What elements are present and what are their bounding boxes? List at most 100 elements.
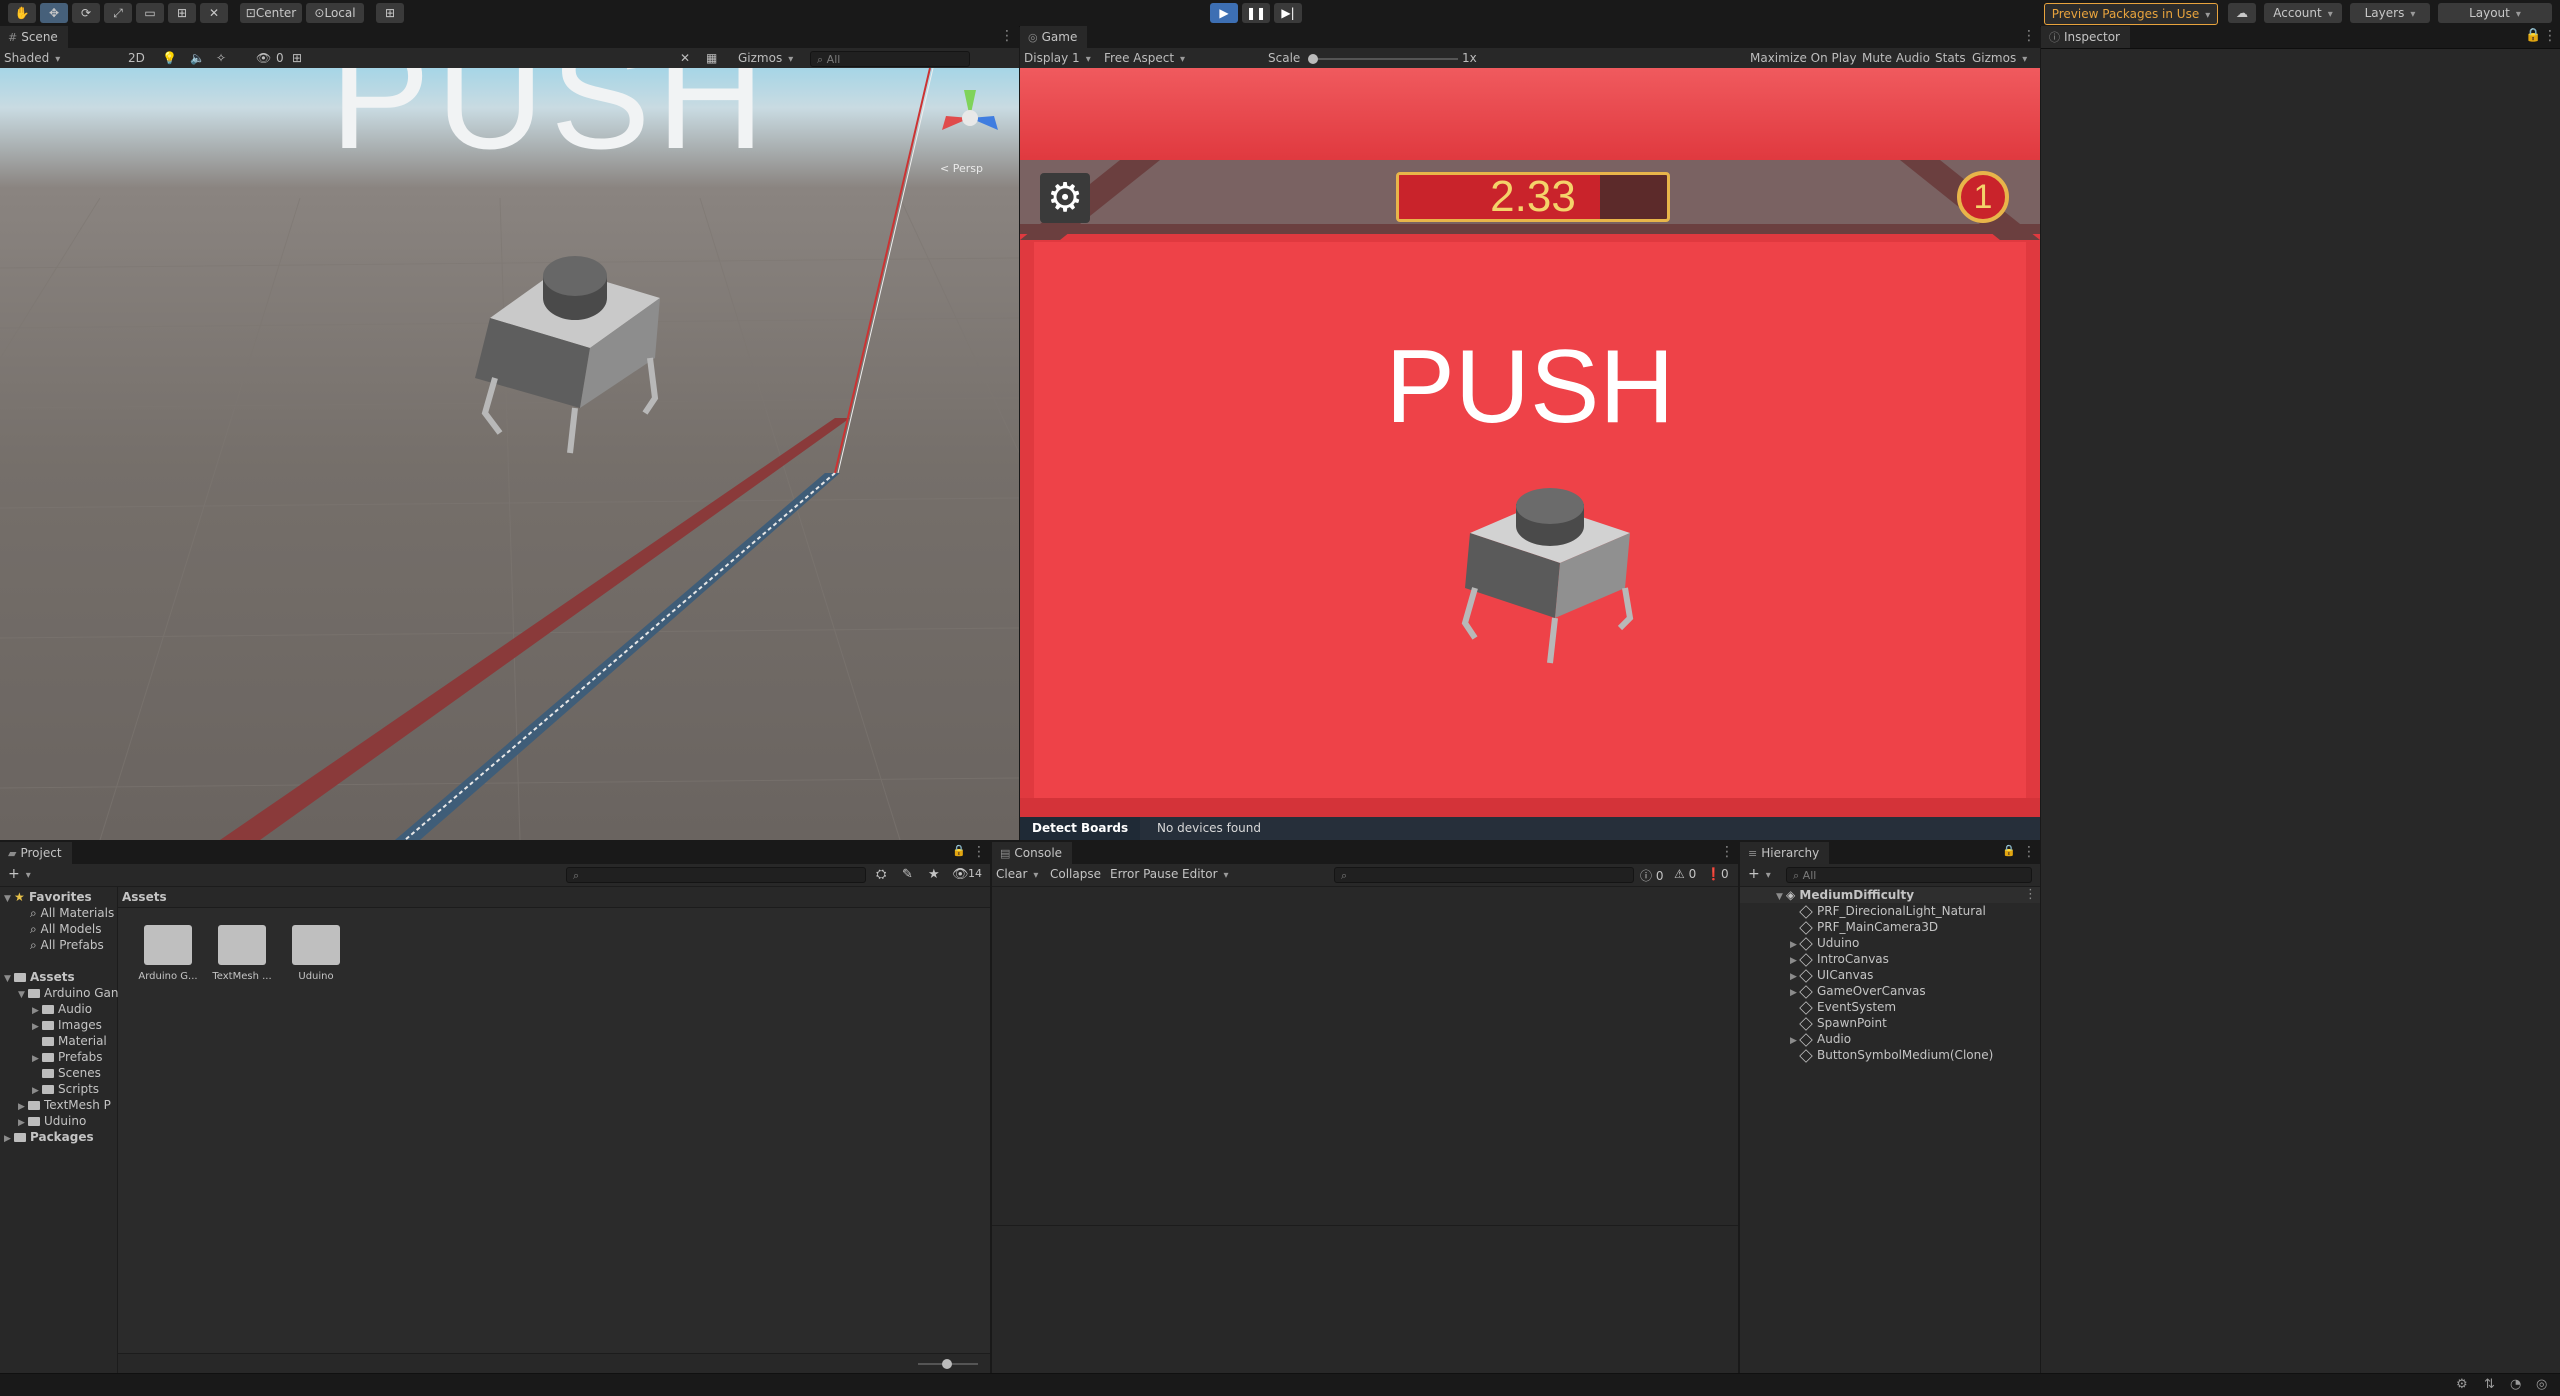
grid-snap-icon[interactable]: ⊞ — [376, 3, 404, 23]
project-add-button[interactable]: + — [8, 866, 31, 882]
scene-viewport[interactable]: PUSH < Persp — [0, 68, 1019, 840]
folder-asset[interactable]: Uduino — [286, 925, 346, 982]
play-button[interactable]: ▶ — [1210, 3, 1238, 23]
filter-type-icon[interactable]: ⛭ — [876, 867, 886, 882]
favorite-item[interactable]: ⌕ All Models — [30, 921, 102, 937]
preview-packages-button[interactable]: Preview Packages in Use — [2044, 3, 2218, 25]
network-icon[interactable]: ⇅ — [2484, 1377, 2495, 1392]
error-count-toggle[interactable]: ❗0 — [1706, 867, 1729, 881]
tree-item-scenes[interactable]: Scenes — [32, 1065, 101, 1081]
warning-count-toggle[interactable]: ⚠ 0 — [1674, 867, 1696, 881]
transform-tool-icon[interactable]: ⊞ — [168, 3, 196, 23]
hierarchy-item[interactable]: PRF_DirecionalLight_Natural — [1790, 903, 1986, 919]
settings-gear-icon[interactable]: ⚙ — [1040, 173, 1090, 223]
scene-root[interactable]: ▼ ◈ MediumDifficulty — [1776, 887, 1914, 903]
info-count-toggle[interactable]: ⓘ 0 — [1640, 867, 1663, 884]
tree-item-arduino[interactable]: ▼ Arduino Gan — [18, 985, 119, 1001]
icon-size-slider-thumb[interactable] — [942, 1359, 952, 1369]
scene-gizmos-dropdown[interactable]: Gizmos — [738, 51, 793, 65]
folder-asset[interactable]: TextMesh ... — [212, 925, 272, 982]
tab-scene[interactable]: # Scene — [0, 26, 68, 48]
hierarchy-item[interactable]: ButtonSymbolMedium(Clone) — [1790, 1047, 1993, 1063]
favorite-star-icon[interactable]: ★ — [928, 867, 940, 882]
pause-button[interactable]: ❚❚ — [1242, 3, 1270, 23]
project-search-input[interactable]: ⌕ — [566, 867, 866, 883]
clear-dropdown[interactable]: Clear — [996, 867, 1038, 881]
console-split[interactable] — [992, 1225, 1738, 1226]
game-viewport[interactable]: ⚙ 2.33 1 PUSH — [1020, 68, 2040, 817]
tree-item-uduino[interactable]: ▶ Uduino — [18, 1113, 86, 1129]
aspect-dropdown[interactable]: Free Aspect — [1104, 51, 1274, 65]
game-button-model[interactable] — [1430, 478, 1650, 698]
scene-menu-icon[interactable]: ⋮ — [2024, 887, 2037, 902]
hierarchy-item[interactable]: ▶ Audio — [1790, 1031, 1851, 1047]
project-menu-icon[interactable]: ⋮ — [972, 844, 986, 860]
tree-item-audio[interactable]: ▶ Audio — [32, 1001, 92, 1017]
collab-icon[interactable]: ◎ — [2536, 1377, 2547, 1392]
assets-node[interactable]: ▼ Assets — [4, 969, 75, 985]
collapse-toggle[interactable]: Collapse — [1050, 867, 1101, 881]
persp-label[interactable]: < Persp — [940, 162, 983, 175]
tree-item-prefabs[interactable]: ▶ Prefabs — [32, 1049, 103, 1065]
display-dropdown[interactable]: Display 1 — [1024, 51, 1091, 65]
shading-dropdown[interactable]: Shaded — [4, 51, 114, 65]
breadcrumb[interactable]: Assets — [122, 890, 167, 904]
inspector-menu-icon[interactable]: ⋮ — [2543, 28, 2557, 44]
tab-detect-boards[interactable]: Detect Boards — [1020, 817, 1141, 840]
progress-icon[interactable]: ◔ — [2510, 1377, 2521, 1392]
hierarchy-item[interactable]: PRF_MainCamera3D — [1790, 919, 1938, 935]
filter-label-icon[interactable]: ✎ — [902, 867, 913, 882]
tab-inspector[interactable]: ⓘ Inspector — [2041, 26, 2130, 48]
hierarchy-item[interactable]: EventSystem — [1790, 999, 1896, 1015]
folder-asset[interactable]: Arduino G... — [138, 925, 198, 982]
tree-item-material[interactable]: Material — [32, 1033, 107, 1049]
pivot-center-button[interactable]: ⊡Center — [240, 3, 302, 23]
account-dropdown[interactable]: Account — [2264, 3, 2342, 23]
hierarchy-search-input[interactable]: ⌕ All — [1786, 867, 2032, 883]
console-menu-icon[interactable]: ⋮ — [1720, 844, 1734, 860]
project-hidden-icon[interactable]: 👁 — [952, 867, 969, 882]
audio-icon[interactable]: 🔈 — [190, 51, 205, 65]
hierarchy-lock-icon[interactable]: 🔒 — [2002, 844, 2016, 857]
favorite-item[interactable]: ⌕ All Materials — [30, 905, 114, 921]
scene-menu-icon[interactable]: ⋮ — [1000, 28, 1014, 44]
tree-item-images[interactable]: ▶ Images — [32, 1017, 102, 1033]
cloud-icon[interactable]: ☁ — [2228, 3, 2256, 23]
project-lock-icon[interactable]: 🔒 — [952, 844, 966, 857]
tools-icon[interactable]: ✕ — [680, 51, 690, 65]
icon-size-slider[interactable] — [918, 1359, 978, 1369]
hierarchy-item[interactable]: SpawnPoint — [1790, 1015, 1887, 1031]
scene-search-input[interactable]: ⌕ All — [810, 51, 970, 67]
hierarchy-item[interactable]: ▶ Uduino — [1790, 935, 1859, 951]
maximize-on-play-toggle[interactable]: Maximize On Play — [1750, 51, 1857, 65]
scale-slider-thumb[interactable] — [1308, 54, 1318, 64]
favorites-node[interactable]: ▼ ★ Favorites — [4, 889, 92, 905]
hierarchy-item[interactable]: ▶ GameOverCanvas — [1790, 983, 1926, 999]
mute-audio-toggle[interactable]: Mute Audio — [1862, 51, 1930, 65]
game-menu-icon[interactable]: ⋮ — [2022, 28, 2036, 44]
orientation-gizmo[interactable] — [930, 78, 1010, 158]
scale-slider[interactable] — [1308, 54, 1458, 64]
toggle-2d-button[interactable]: 2D — [128, 51, 145, 65]
tab-project[interactable]: ▰ Project — [0, 842, 72, 864]
stats-toggle[interactable]: Stats — [1935, 51, 1966, 65]
visibility-icon[interactable]: 👁 — [256, 51, 271, 65]
hierarchy-menu-icon[interactable]: ⋮ — [2022, 844, 2036, 860]
hierarchy-add-button[interactable]: + — [1748, 866, 1771, 882]
lock-icon[interactable]: 🔒 — [2525, 28, 2541, 43]
console-search-input[interactable]: ⌕ — [1334, 867, 1634, 883]
hierarchy-item[interactable]: ▶ UICanvas — [1790, 967, 1873, 983]
scale-tool-icon[interactable]: ⤢ — [104, 3, 132, 23]
pivot-space-button[interactable]: ⊙Local — [306, 3, 364, 23]
tab-console[interactable]: ▤ Console — [992, 842, 1073, 864]
packages-node[interactable]: ▶ Packages — [4, 1129, 94, 1145]
lighting-icon[interactable]: 💡 — [162, 51, 177, 65]
layers-dropdown[interactable]: Layers — [2350, 3, 2430, 23]
tree-item-textmesh[interactable]: ▶ TextMesh P — [18, 1097, 111, 1113]
tree-item-scripts[interactable]: ▶ Scripts — [32, 1081, 99, 1097]
custom-tool-icon[interactable]: ✕ — [200, 3, 228, 23]
layout-dropdown[interactable]: Layout — [2438, 3, 2552, 23]
hierarchy-item[interactable]: ▶ IntroCanvas — [1790, 951, 1889, 967]
debug-icon[interactable]: ⚙ — [2456, 1377, 2468, 1392]
tab-hierarchy[interactable]: ≡ Hierarchy — [1740, 842, 1830, 864]
